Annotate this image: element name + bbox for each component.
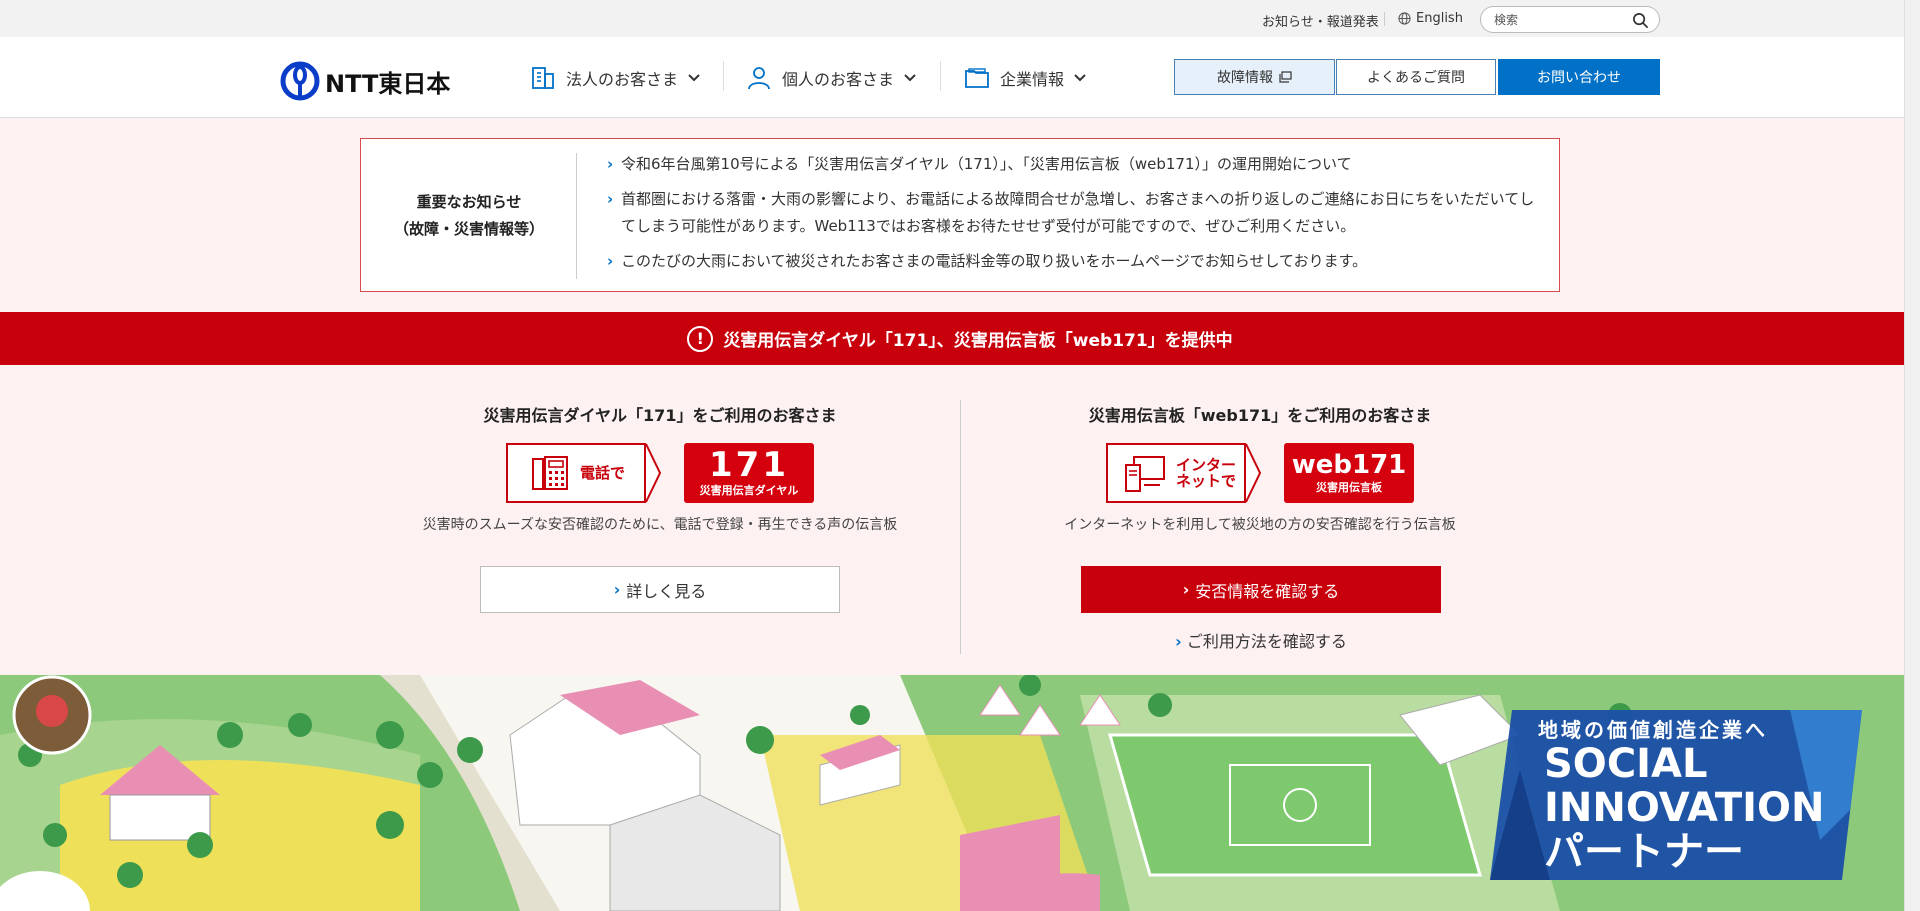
arrow-right-shape [1246, 443, 1262, 503]
building-icon [532, 67, 554, 89]
dial171-logo-caption: 災害用伝言ダイヤル [699, 484, 799, 497]
web171-internet-badge: インター ネットで [1106, 443, 1270, 503]
chevron-right-icon: › [1175, 632, 1182, 651]
phone-icon [532, 456, 568, 490]
web171-logo-caption: 災害用伝言板 [1316, 481, 1382, 494]
check-safety-button[interactable]: › 安否情報を確認する [1081, 566, 1441, 613]
nav-corporate-label: 企業情報 [1000, 70, 1065, 89]
promo-social: SOCIAL [1544, 741, 1708, 787]
folder-icon [965, 68, 989, 88]
external-window-icon [1279, 71, 1292, 83]
site-header: NTT東日本 法人のお客さま 個人のお客さま 企業情報 故障情報 よくあるご質問… [0, 37, 1920, 118]
notice-heading-line2: （故障・災害情報等） [393, 220, 544, 238]
nav-corporate[interactable]: 企業情報 [964, 65, 1086, 91]
trouble-info-label: 故障情報 [1217, 70, 1273, 86]
dial171-detail-button[interactable]: › 詳しく見る [480, 566, 840, 613]
web171-title: 災害用伝言板「web171」をご利用のお客さま [1088, 406, 1432, 425]
web171-description: インターネットを利用して被災地の方の安否確認を行う伝言板 [1064, 517, 1456, 533]
dial171-logo: 171 災害用伝言ダイヤル [684, 443, 814, 503]
notice-heading-line1: 重要なお知らせ [416, 193, 522, 211]
news-link[interactable]: お知らせ・報道発表 [1262, 11, 1379, 30]
faq-button[interactable]: よくあるご質問 [1336, 59, 1496, 95]
phone-badge-inner: 電話で [506, 443, 646, 503]
nav-business-label: 法人のお客さま [566, 70, 679, 89]
nav-divider [940, 61, 941, 91]
arrow-right-shape [646, 443, 662, 503]
check-safety-label: 安否情報を確認する [1195, 581, 1340, 601]
contact-button[interactable]: お問い合わせ [1498, 59, 1660, 95]
nav-divider [723, 61, 724, 91]
person-icon [748, 67, 770, 90]
notice-divider [576, 153, 577, 279]
promo-innovation: INNOVATION [1544, 785, 1825, 831]
search-input[interactable] [1494, 11, 1624, 28]
nav-personal[interactable]: 個人のお客さま [746, 65, 916, 91]
search-icon[interactable] [1632, 12, 1649, 29]
notice-item[interactable]: › このたびの大雨において被災されたお客さまの電話料金等の取り扱いをホームページ… [607, 248, 1547, 275]
globe-icon [1398, 12, 1411, 25]
chevron-right-icon: › [607, 155, 614, 173]
important-notice-box: 重要なお知らせ （故障・災害情報等） › 令和6年台風第10号による「災害用伝言… [360, 138, 1560, 292]
logo-text: NTT東日本 [325, 69, 451, 98]
internet-badge-label: インター ネットで [1176, 457, 1236, 489]
notice-heading: 重要なお知らせ （故障・災害情報等） [361, 139, 577, 293]
search-box [1480, 6, 1660, 33]
usage-guide-link[interactable]: › ご利用方法を確認する [1081, 628, 1441, 652]
dial171-description: 災害時のスムーズな安否確認のために、電話で登録・再生できる声の伝言板 [422, 517, 898, 533]
chevron-right-icon: › [613, 580, 621, 599]
internet-badge-inner: インター ネットで [1106, 443, 1246, 503]
chevron-down-icon [688, 74, 700, 82]
dial171-detail-label: 詳しく見る [626, 581, 707, 601]
dial171-title: 災害用伝言ダイヤル「171」をご利用のお客さま [483, 406, 837, 425]
promo-partner: パートナー [1544, 829, 1744, 875]
chevron-down-icon [1074, 74, 1086, 82]
nav-personal-label: 個人のお客さま [782, 70, 895, 89]
computer-icon [1125, 456, 1165, 492]
nav-business[interactable]: 法人のお客さま [530, 65, 700, 91]
notice-item[interactable]: › 令和6年台風第10号による「災害用伝言ダイヤル（171）」、「災害用伝言板（… [607, 151, 1547, 178]
page-scrollbar[interactable] [1904, 0, 1920, 911]
dial171-phone-badge: 電話で [506, 443, 670, 503]
notice-item-text: 首都圏における落雷・大雨の影響により、お電話による故障問合せが急増し、お客さまへ… [621, 190, 1535, 235]
chevron-right-icon: › [607, 190, 614, 208]
disaster-banner: ! 災害用伝言ダイヤル「171」、災害用伝言板「web171」を提供中 [0, 312, 1920, 365]
social-innovation-promo[interactable]: 地域の価値創造企業へ SOCIAL INNOVATION パートナー [1490, 710, 1880, 880]
internet-badge-line2: ネットで [1176, 472, 1237, 490]
notice-item-text: 令和6年台風第10号による「災害用伝言ダイヤル（171）」、「災害用伝言板（we… [621, 155, 1352, 173]
phone-badge-label: 電話で [580, 464, 626, 482]
notice-item[interactable]: › 首都圏における落雷・大雨の影響により、お電話による故障問合せが急増し、お客さ… [607, 186, 1547, 240]
dial171-logo-number: 171 [709, 445, 789, 485]
notice-list: › 令和6年台風第10号による「災害用伝言ダイヤル（171）」、「災害用伝言板（… [607, 151, 1547, 283]
internet-badge-line1: インター [1176, 456, 1237, 474]
utility-divider [1384, 12, 1385, 26]
promo-tagline: 地域の価値創造企業へ [1538, 718, 1768, 742]
web171-logo-text: web171 [1291, 450, 1407, 480]
ntt-logo[interactable]: NTT東日本 [280, 61, 450, 101]
trouble-info-button[interactable]: 故障情報 [1174, 59, 1335, 95]
ntt-logo-mark-icon [280, 61, 320, 101]
web171-logo: web171 災害用伝言板 [1284, 443, 1414, 503]
alert-icon: ! [687, 325, 714, 352]
language-link[interactable]: English [1398, 11, 1463, 26]
usage-guide-label: ご利用方法を確認する [1186, 632, 1347, 651]
notice-item-text: このたびの大雨において被災されたお客さまの電話料金等の取り扱いをホームページでお… [621, 252, 1368, 270]
chevron-right-icon: › [607, 252, 614, 270]
chevron-down-icon [904, 74, 916, 82]
language-label: English [1416, 11, 1463, 26]
disaster-banner-text: 災害用伝言ダイヤル「171」、災害用伝言板「web171」を提供中 [723, 331, 1233, 351]
utility-bar: お知らせ・報道発表 English [0, 0, 1920, 37]
chevron-right-icon: › [1182, 580, 1190, 599]
